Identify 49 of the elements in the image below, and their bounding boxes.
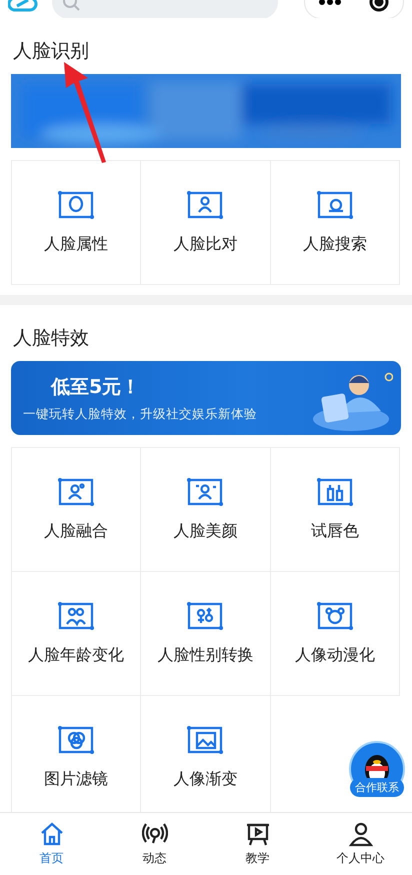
feature-tile[interactable]: 试唇色 (270, 448, 400, 572)
nav-tab[interactable]: 首页 (12, 821, 92, 867)
feature-label: 人像渐变 (173, 769, 238, 790)
feature-tile[interactable]: 人脸比对 (141, 161, 271, 285)
person-icon (348, 821, 374, 847)
feature-tile[interactable]: 人脸美颜 (141, 448, 271, 572)
people-frame-icon (57, 601, 96, 631)
gender-frame-icon (186, 601, 224, 631)
nav-label: 首页 (40, 850, 64, 867)
bear-frame-icon (316, 601, 354, 631)
feature-label: 人脸性别转换 (157, 645, 254, 666)
contact-label: 合作联系 (350, 778, 404, 797)
more-icon (318, 0, 340, 6)
feature-label: 图片滤镜 (44, 769, 108, 790)
nav-label: 动态 (142, 850, 166, 867)
person-frame-icon (57, 477, 96, 507)
feature-label: 人脸比对 (173, 234, 238, 255)
nav-tab[interactable]: 教学 (218, 821, 298, 867)
feature-label: 人脸美颜 (173, 521, 238, 542)
presentation-icon (244, 821, 270, 847)
promo-subtitle: 一键玩转人脸特效，升级社交娱乐新体验 (23, 406, 257, 422)
person-frame-icon (186, 190, 224, 220)
image-frame-icon (186, 725, 224, 755)
promo-headline: 低至5元！ (51, 374, 142, 400)
circles-frame-icon (57, 725, 96, 755)
contact-button[interactable]: 合作联系 (347, 740, 407, 797)
home-icon (38, 821, 64, 847)
nav-label: 教学 (246, 850, 270, 867)
section-title: 人脸特效 (12, 326, 90, 351)
feature-label: 人脸年龄变化 (28, 645, 124, 666)
feature-label: 试唇色 (310, 521, 359, 542)
nav-tab[interactable]: 个人中心 (320, 821, 400, 867)
feature-tile[interactable]: 人脸融合 (12, 448, 142, 572)
feature-label: 人脸属性 (44, 234, 108, 255)
feature-label: 人脸融合 (44, 521, 108, 542)
feature-tile[interactable]: 人脸年龄变化 (12, 572, 142, 696)
nav-label: 个人中心 (336, 850, 384, 867)
feature-tile[interactable]: 人脸属性 (12, 161, 142, 285)
lipstick-frame-icon (316, 477, 354, 507)
feature-tile[interactable]: 人脸性别转换 (141, 572, 271, 696)
feature-tile[interactable]: 人像动漫化 (270, 572, 400, 696)
section-title: 人脸识别 (12, 39, 90, 64)
person-frame-icon (186, 477, 224, 507)
face-frame-icon (57, 190, 96, 220)
feature-tile[interactable]: 人脸搜索 (270, 161, 400, 285)
nav-tab[interactable]: 动态 (114, 821, 194, 867)
feature-label: 人像动漫化 (294, 645, 375, 666)
promo-banner[interactable]: 低至5元！ 一键玩转人脸特效，升级社交娱乐新体验 (11, 361, 401, 435)
feature-label: 人脸搜索 (302, 234, 367, 255)
